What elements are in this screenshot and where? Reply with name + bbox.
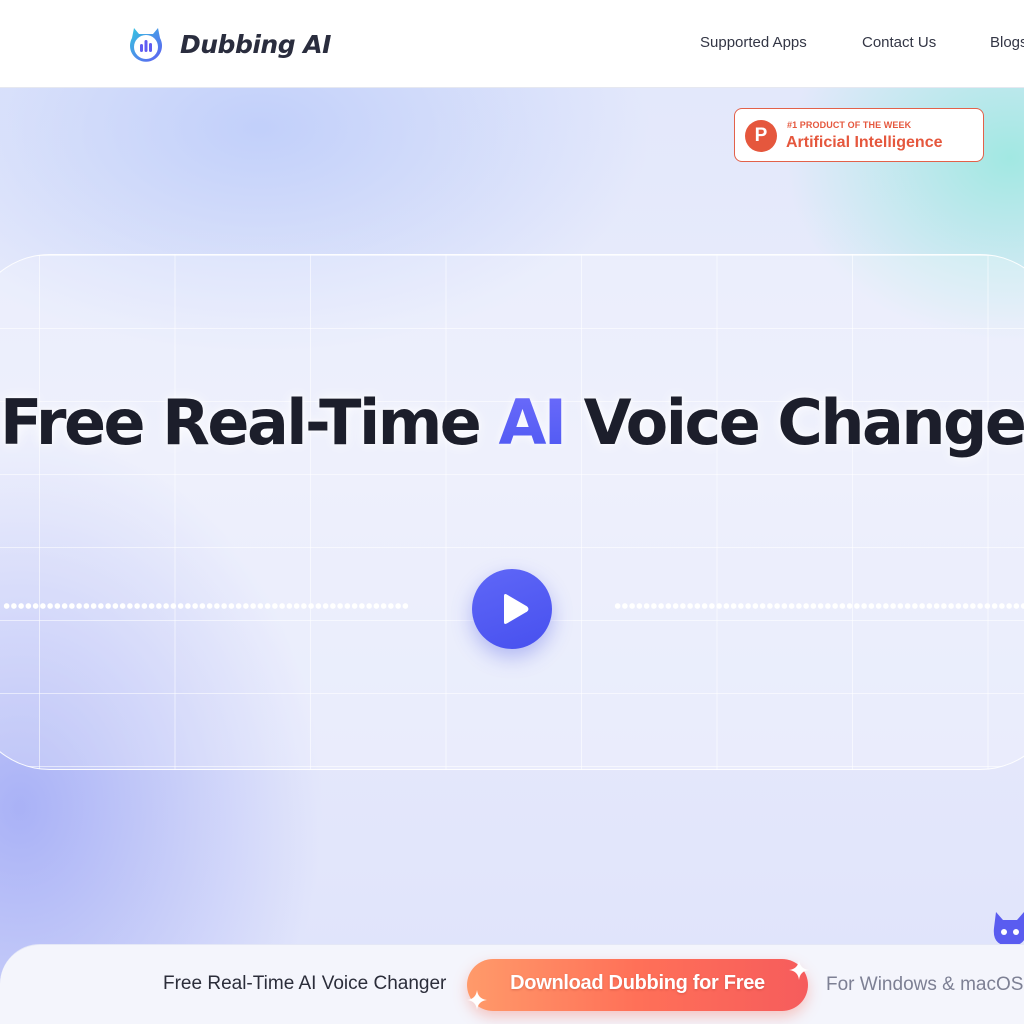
nav-link-contact-us[interactable]: Contact Us <box>862 34 936 51</box>
platform-note: For Windows & macOS <box>826 974 1024 995</box>
main-nav: Supported Apps Contact Us Blogs <box>0 34 1024 54</box>
waveform-dots-left <box>3 602 409 610</box>
headline-text-start: Free Real-Time <box>0 386 499 459</box>
sparkle-icon <box>467 990 487 1010</box>
hero-section: P #1 PRODUCT OF THE WEEK Artificial Inte… <box>0 88 1024 1024</box>
headline-accent: AI <box>498 386 567 459</box>
site-header: Dubbing AI Supported Apps Contact Us Blo… <box>0 0 1024 88</box>
headline-text-end: Voice Changer <box>564 386 1024 459</box>
download-button[interactable]: Download Dubbing for Free <box>467 959 808 1011</box>
hero-glass-card <box>0 254 1024 770</box>
hero-headline: Free Real-Time AI Voice Changer <box>0 386 1024 459</box>
product-hunt-badge[interactable]: P #1 PRODUCT OF THE WEEK Artificial Inte… <box>734 108 984 162</box>
waveform-dots-right <box>614 602 1024 610</box>
badge-category: Artificial Intelligence <box>786 134 943 151</box>
play-demo-button[interactable] <box>472 569 552 649</box>
badge-kicker: #1 PRODUCT OF THE WEEK <box>787 120 912 130</box>
download-button-label: Download Dubbing for Free <box>510 972 765 994</box>
product-hunt-icon: P <box>745 120 777 152</box>
play-icon <box>504 594 529 624</box>
download-bar-title: Free Real-Time AI Voice Changer <box>163 973 447 994</box>
sparkle-icon <box>789 960 809 980</box>
nav-link-blogs[interactable]: Blogs <box>990 34 1024 51</box>
nav-link-supported-apps[interactable]: Supported Apps <box>700 34 807 51</box>
